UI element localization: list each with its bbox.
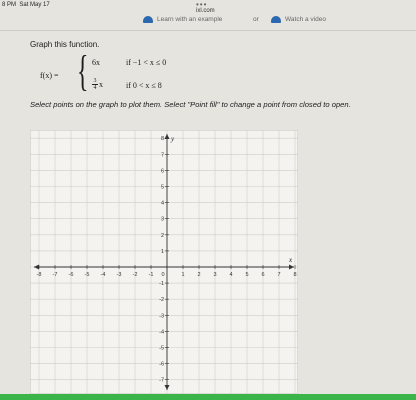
y-tick-label: 4 xyxy=(161,201,164,207)
x-tick-label: 4 xyxy=(229,272,232,278)
graph-background xyxy=(30,130,298,394)
y-tick-label: -6 xyxy=(159,362,164,368)
x-tick-label: 7 xyxy=(277,272,280,278)
x-tick-label: 8 xyxy=(293,272,296,278)
status-time: 8 PM Sat May 17 xyxy=(2,2,50,8)
x-tick-label: 1 xyxy=(181,272,184,278)
y-tick-label: 5 xyxy=(161,185,164,191)
case1-expression: 6x xyxy=(92,58,100,67)
y-tick-label: -3 xyxy=(159,313,164,319)
y-tick-label: -1 xyxy=(159,281,164,287)
case2-fraction: 3 4 xyxy=(92,78,98,91)
case1-condition: if −1 < x ≤ 0 xyxy=(126,58,167,67)
y-tick-label: -4 xyxy=(159,329,164,335)
status-time-text: 8 PM xyxy=(2,2,17,8)
x-tick-label: -8 xyxy=(37,272,42,278)
status-date: Sat May 17 xyxy=(19,2,50,8)
y-tick-label: 7 xyxy=(161,152,164,158)
video-icon xyxy=(271,16,281,23)
watch-video-button[interactable]: Watch a video xyxy=(271,16,326,23)
x-tick-label: 0 xyxy=(161,272,164,278)
watch-video-label: Watch a video xyxy=(285,16,326,23)
x-tick-label: 2 xyxy=(197,272,200,278)
question-text: Graph this function. xyxy=(30,40,100,49)
y-tick-label: 3 xyxy=(161,217,164,223)
y-tick-label: -7 xyxy=(159,378,164,384)
y-tick-label: 2 xyxy=(161,233,164,239)
instructions-text: Select points on the graph to plot them.… xyxy=(30,100,351,109)
bottom-accent-bar xyxy=(0,394,416,400)
or-label: or xyxy=(253,16,259,23)
case2-variable: x xyxy=(99,80,103,89)
learn-with-example-label: Learn with an example xyxy=(157,16,223,23)
y-tick-label: 6 xyxy=(161,168,164,174)
x-tick-label: -1 xyxy=(149,272,154,278)
y-tick-label: -2 xyxy=(159,297,164,303)
x-tick-label: -6 xyxy=(69,272,74,278)
x-tick-label: 5 xyxy=(245,272,248,278)
case2-expression: 3 4 x xyxy=(92,78,103,91)
y-tick-label: 1 xyxy=(161,249,164,255)
function-lhs: f(x) = xyxy=(40,71,59,80)
learn-with-example-button[interactable]: Learn with an example xyxy=(143,16,222,23)
x-tick-label: -3 xyxy=(117,272,122,278)
help-row: Learn with an example or Watch a video xyxy=(0,13,416,27)
coordinate-graph[interactable]: xy-8 -7 -6 -5 -4 -3 -2 -1 0 1 2 3 4 5 6 7 887654321-1-2-… xyxy=(30,130,298,394)
x-tick-label: -4 xyxy=(101,272,106,278)
status-bar: 8 PM Sat May 17 ••• ixl.com xyxy=(0,0,416,14)
x-tick-label: -5 xyxy=(85,272,90,278)
y-tick-label: 8 xyxy=(161,136,164,142)
lightbulb-icon xyxy=(143,16,153,23)
x-tick-label: -2 xyxy=(133,272,138,278)
x-tick-label: 6 xyxy=(261,272,264,278)
x-tick-label: 3 xyxy=(213,272,216,278)
case2-condition: if 0 < x ≤ 8 xyxy=(126,81,162,90)
divider xyxy=(0,30,416,31)
case2-denominator: 4 xyxy=(93,85,97,91)
x-tick-label: -7 xyxy=(53,272,58,278)
y-tick-label: -5 xyxy=(159,346,164,352)
brace-symbol: { xyxy=(77,48,89,95)
